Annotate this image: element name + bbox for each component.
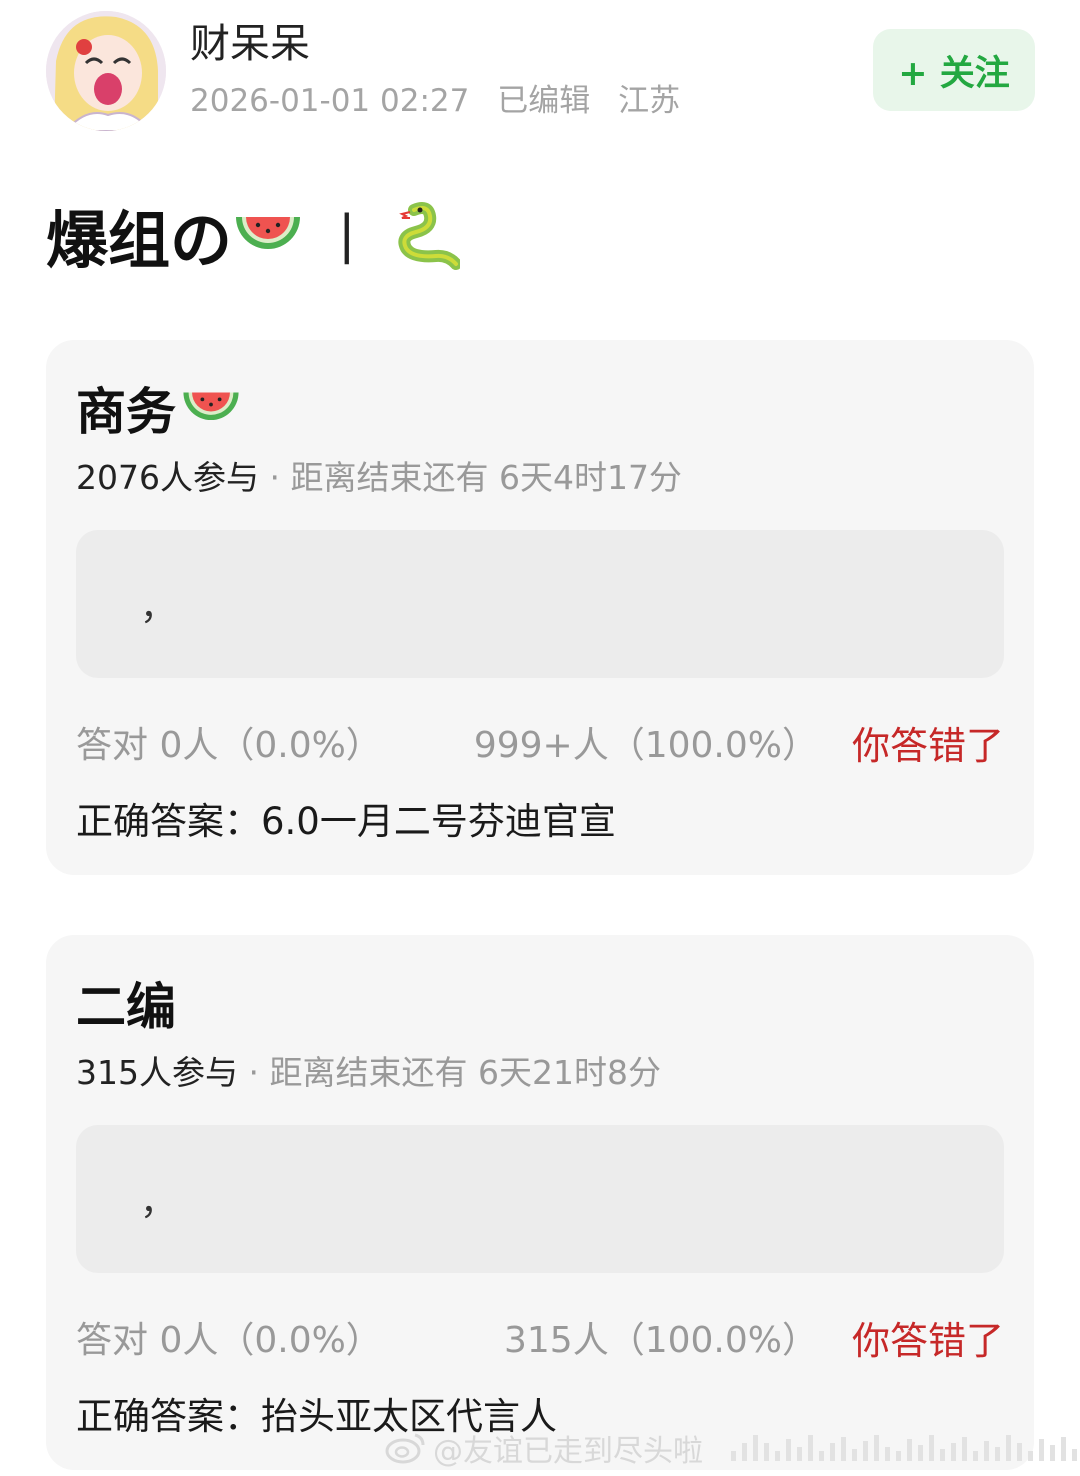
wrong-label: 你答错了	[851, 724, 1004, 768]
snake-icon	[397, 202, 460, 270]
post-location: 江苏	[618, 83, 681, 119]
quiz-title-text: 二编	[76, 978, 176, 1036]
edited-label: 已编辑	[497, 83, 591, 119]
option-text: ，	[140, 587, 177, 628]
anime-girl-avatar-icon	[46, 11, 166, 131]
post-timestamp: 2026-01-01 02:27	[190, 83, 470, 119]
quiz-card: 二编 315人参与 · 距离结束还有 6天21时8分 ， 答对 0人（0.0%）…	[46, 935, 1034, 1470]
option-text: ，	[140, 1182, 177, 1223]
quiz-card: 商务 2076人参与 · 距离结束还有 6天4时17分 ， 答对 0人（0.0%…	[46, 340, 1034, 875]
wrong-result: 999+人（100.0%） 你答错了	[474, 722, 1004, 770]
title-separator: |	[338, 205, 356, 265]
participant-count: 2076人参与	[76, 458, 259, 497]
weibo-logo-icon	[385, 1433, 425, 1464]
wrong-label: 你答错了	[851, 1319, 1004, 1363]
quiz-stats: 2076人参与 · 距离结束还有 6天4时17分	[76, 456, 682, 500]
quiz-stats: 315人参与 · 距离结束还有 6天21时8分	[76, 1051, 661, 1095]
wrong-stat: 999+人（100.0%）	[473, 725, 818, 766]
quiz-title-text: 商务	[76, 383, 176, 441]
quiz-title: 商务	[76, 376, 242, 441]
wrong-stat: 315人（100.0%）	[504, 1320, 818, 1361]
watermelon-icon	[183, 392, 239, 421]
avatar[interactable]	[46, 11, 166, 131]
follow-button[interactable]: + 关注	[873, 29, 1035, 111]
quiz-option[interactable]: ，	[76, 1125, 1004, 1273]
correct-answer: 正确答案：6.0一月二号芬迪官宣	[76, 800, 616, 843]
watermark-text: @友谊已走到尽头啦	[433, 1434, 703, 1469]
participant-count: 315人参与	[76, 1053, 238, 1092]
watermark-bars	[731, 1435, 1077, 1461]
watermark: @友谊已走到尽头啦	[385, 1420, 1077, 1476]
watermelon-icon	[236, 217, 301, 249]
quiz-title: 二编	[76, 971, 176, 1036]
author-name[interactable]: 财呆呆	[190, 18, 310, 70]
post-title: 爆组の |	[46, 196, 460, 277]
correct-stat: 答对 0人（0.0%）	[76, 725, 382, 766]
post-title-text: 爆组の	[46, 204, 233, 277]
wrong-result: 315人（100.0%） 你答错了	[504, 1317, 1004, 1365]
post-meta: 2026-01-01 02:27 已编辑 江苏	[190, 78, 698, 124]
quiz-option[interactable]: ，	[76, 530, 1004, 678]
correct-stat: 答对 0人（0.0%）	[76, 1320, 382, 1361]
time-remaining: · 距离结束还有 6天4时17分	[269, 458, 682, 497]
time-remaining: · 距离结束还有 6天21时8分	[248, 1053, 661, 1092]
